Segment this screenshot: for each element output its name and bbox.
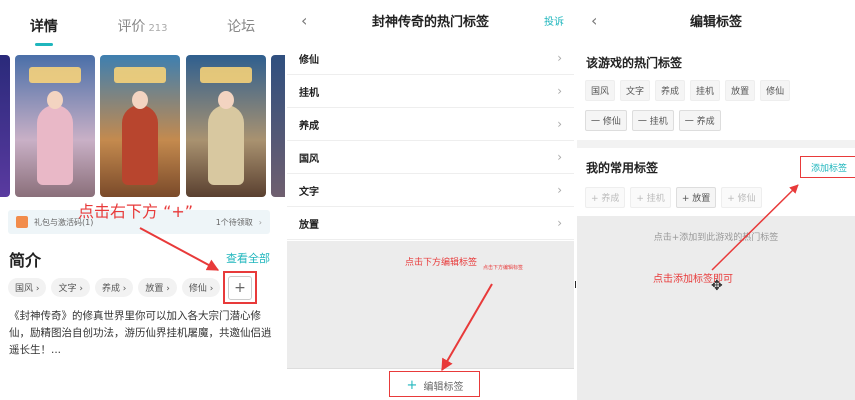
list-item-label: 国风 <box>299 153 319 165</box>
list-item-label: 文字 <box>299 186 319 198</box>
tag-pill[interactable]: 修仙 › <box>181 278 221 297</box>
chevron-right-icon: › <box>557 51 562 65</box>
chevron-right-icon: › <box>557 150 562 164</box>
gift-pending-count: 1个待领取 <box>215 217 253 227</box>
back-arrow-icon[interactable]: ‹ <box>591 11 597 30</box>
game-screenshot[interactable] <box>271 55 285 197</box>
empty-area: 点击下方编辑标签 点击下方编辑标签 <box>287 241 574 368</box>
annotation-edit-tags-small: 点击下方编辑标签 <box>483 265 524 271</box>
tag-pill[interactable]: 文字 › <box>51 278 90 297</box>
hot-tags-list: 修仙 › 挂机 › 养成 › 国风 › 文字 › 放置 › <box>287 42 574 240</box>
remove-tag-chip[interactable]: 一 挂机 <box>631 110 674 131</box>
tag-chip[interactable]: 文字 <box>620 80 651 101</box>
annotation-highlight-box <box>223 271 257 304</box>
review-count: 213 <box>148 23 168 34</box>
annotation-tap-plus: 点击右下方 “+” <box>78 202 194 221</box>
add-tag-chip[interactable]: + 养成 <box>585 187 626 208</box>
game-logo-image <box>200 67 252 83</box>
hot-tags-title: 该游戏的热门标签 <box>586 56 683 70</box>
game-screenshot[interactable] <box>0 55 10 197</box>
add-tag-chip[interactable]: + 修仙 <box>721 187 762 208</box>
chevron-right-icon: › <box>557 84 562 98</box>
intro-title: 简介 <box>9 251 42 270</box>
screenshot-carousel[interactable] <box>0 55 285 197</box>
my-tags-grid: + 养成 + 挂机 + 放置 + 修仙 <box>585 187 845 208</box>
list-item[interactable]: 文字 › <box>287 174 574 207</box>
game-logo-image <box>114 67 166 83</box>
section-divider <box>577 140 855 148</box>
annotation-edit-tags: 点击下方编辑标签 <box>405 258 478 268</box>
tag-chip[interactable]: 国风 <box>585 80 616 101</box>
edit-tags-panel: ‹ 编辑标签 该游戏的热门标签 国风 文字 养成 挂机 放置 修仙 一 修仙 一… <box>577 0 855 400</box>
add-tag-chip[interactable]: + 挂机 <box>630 187 671 208</box>
tag-chip[interactable]: 挂机 <box>690 80 721 101</box>
edit-tags-header: ‹ 编辑标签 <box>577 0 855 40</box>
detail-tabs: 详情 评价 213 论坛 <box>0 0 285 52</box>
gift-icon <box>16 216 28 228</box>
tag-pill[interactable]: 养成 › <box>94 278 134 297</box>
game-description: 《封神传奇》的修真世界里你可以加入各大宗门潜心修仙，励精图治自创功法，游历仙界挂… <box>9 310 272 356</box>
tab-details[interactable]: 详情 <box>30 16 58 36</box>
remove-tag-chip[interactable]: 一 养成 <box>678 110 721 131</box>
game-detail-panel: 详情 评价 213 论坛 礼包与激活码(1) 1个待领取 › 点击右下方 “+”… <box>0 0 285 400</box>
removable-tags-grid: 一 修仙 一 挂机 一 养成 <box>585 110 845 131</box>
see-all-link[interactable]: 查看全部 <box>226 250 270 266</box>
tab-details-label: 详情 <box>29 19 58 35</box>
remove-tag-chip[interactable]: 一 修仙 <box>585 110 627 131</box>
game-tag-row: 国风 › 文字 › 养成 › 放置 › 修仙 › <box>8 278 221 297</box>
annotation-highlight-box <box>389 371 480 397</box>
game-screenshot[interactable] <box>15 55 95 197</box>
tag-pill[interactable]: 放置 › <box>138 278 177 297</box>
hot-tags-panel: ‹ 封神传奇的热门标签 投诉 修仙 › 挂机 › 养成 › 国风 › 文字 › 放置 › 点… <box>287 0 574 400</box>
chevron-right-icon: › <box>557 216 562 230</box>
list-item[interactable]: 国风 › <box>287 141 574 174</box>
list-item[interactable]: 养成 › <box>287 108 574 141</box>
list-item-label: 挂机 <box>299 87 319 99</box>
tab-forum[interactable]: 论坛 <box>227 16 255 36</box>
game-screenshot[interactable] <box>100 55 180 197</box>
report-link[interactable]: 投诉 <box>544 13 564 28</box>
chevron-right-icon: › <box>557 117 562 131</box>
chevron-right-icon: › <box>557 183 562 197</box>
tab-reviews-label: 评价 <box>117 19 146 35</box>
text-caret-icon: I <box>574 280 577 291</box>
tab-reviews[interactable]: 评价 213 <box>117 16 167 36</box>
hot-tags-header: ‹ 封神传奇的热门标签 投诉 <box>287 0 574 40</box>
chevron-right-icon: › <box>258 217 262 227</box>
move-cursor-icon: ✥ <box>711 278 723 294</box>
tag-chip[interactable]: 放置 <box>725 80 756 101</box>
add-tag-chip[interactable]: + 放置 <box>675 187 717 208</box>
list-item[interactable]: 放置 › <box>287 207 574 240</box>
tag-chip[interactable]: 养成 <box>655 80 686 101</box>
tag-chip[interactable]: 修仙 <box>760 80 791 101</box>
empty-area <box>577 216 855 400</box>
back-arrow-icon[interactable]: ‹ <box>301 11 307 30</box>
hot-tags-grid: 国风 文字 养成 挂机 放置 修仙 <box>585 80 845 101</box>
list-item-label: 养成 <box>299 120 319 132</box>
my-tags-title: 我的常用标签 <box>586 161 659 175</box>
add-tag-button[interactable]: 添加标签 <box>800 156 855 178</box>
page-title: 封神传奇的热门标签 <box>371 14 489 30</box>
tab-forum-label: 论坛 <box>227 19 256 35</box>
add-tag-hint: 点击+添加到此游戏的热门标签 <box>653 233 779 243</box>
tag-pill[interactable]: 国风 › <box>8 278 47 297</box>
page-title: 编辑标签 <box>689 14 742 30</box>
list-item-label: 修仙 <box>299 54 319 66</box>
game-screenshot[interactable] <box>186 55 266 197</box>
list-item[interactable]: 挂机 › <box>287 75 574 108</box>
game-logo-image <box>29 67 81 83</box>
list-item-label: 放置 <box>299 219 319 231</box>
list-item[interactable]: 修仙 › <box>287 42 574 75</box>
